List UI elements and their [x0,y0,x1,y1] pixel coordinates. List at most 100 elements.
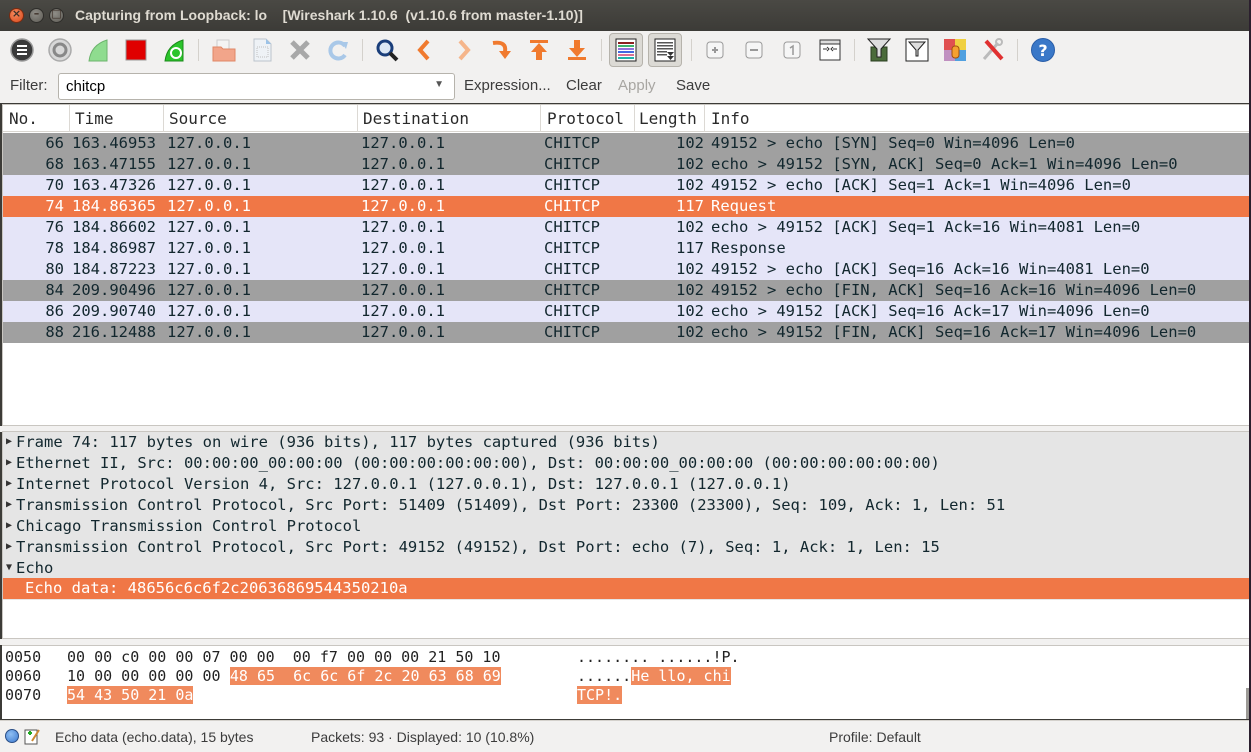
column-info[interactable]: Info [711,109,750,136]
cell-source: 127.0.0.1 [167,218,251,236]
open-file-button[interactable] [210,36,238,64]
auto-scroll-toggle[interactable] [648,33,682,67]
go-first-button[interactable] [525,36,553,64]
cell-source: 127.0.0.1 [167,323,251,341]
go-back-button[interactable] [411,36,439,64]
collapsed-arrow-icon[interactable]: ▶ [6,499,12,510]
profile-indicator[interactable]: Profile: Default [829,729,921,745]
help-button[interactable]: ? [1029,36,1057,64]
column-protocol[interactable]: Protocol [547,109,624,136]
collapsed-arrow-icon[interactable]: ▶ [6,520,12,531]
colorize-toggle[interactable] [609,33,643,67]
minimize-window-button[interactable]: – [29,7,44,23]
column-divider[interactable] [540,105,541,132]
detail-tree-item[interactable]: ▶ Transmission Control Protocol, Src Port… [3,495,1249,516]
cell-destination: 127.0.0.1 [361,239,445,257]
detail-tree-item[interactable]: ▶ Ethernet II, Src: 00:00:00_00:00:00 (00… [3,453,1249,474]
collapsed-arrow-icon[interactable]: ▶ [6,541,12,552]
packet-row[interactable]: 70 163.47326 127.0.0.1 127.0.0.1 CHITCP 102 49… [3,175,1249,196]
detail-tree-item[interactable]: ▶ Internet Protocol Version 4, Src: 127.0… [3,474,1249,495]
column-divider[interactable] [634,105,635,132]
packet-list[interactable]: No. Time Source Destination Protocol Len… [2,104,1250,426]
cell-length: 102 [676,155,704,173]
preferences-icon [982,38,1004,61]
restart-capture-icon [164,39,184,62]
column-divider[interactable] [163,105,164,132]
column-time[interactable]: Time [75,109,114,136]
coloring-rules-button[interactable] [941,36,969,64]
column-divider[interactable] [69,105,70,132]
packet-bytes[interactable]: 0050 00 00 c0 00 00 07 00 00 00 f7 00 00 … [2,645,1250,719]
hex-dump-line[interactable]: 0050 00 00 c0 00 00 07 00 00 00 f7 00 00 … [5,648,1245,667]
go-last-button[interactable] [563,36,591,64]
save-button[interactable]: Save [676,77,710,94]
capture-options-button[interactable] [46,36,74,64]
find-packet-button[interactable] [373,36,401,64]
packet-row[interactable]: 68 163.47155 127.0.0.1 127.0.0.1 CHITCP 102 ec… [3,154,1249,175]
packet-row[interactable]: 84 209.90496 127.0.0.1 127.0.0.1 CHITCP 102 49… [3,280,1249,301]
zoom-in-button[interactable] [701,36,729,64]
expanded-arrow-icon[interactable]: ▼ [6,562,12,573]
column-divider[interactable] [704,105,705,132]
column-length[interactable]: Length [639,109,697,136]
go-forward-button[interactable] [449,36,477,64]
filter-input[interactable]: chitcp ▼ [58,73,455,100]
packet-row[interactable]: 78 184.86987 127.0.0.1 127.0.0.1 CHITCP 117 Re… [3,238,1249,259]
packet-details[interactable]: ▶ Frame 74: 117 bytes on wire (936 bits),… [2,431,1250,639]
packet-row[interactable]: 76 184.86602 127.0.0.1 127.0.0.1 CHITCP 102 ec… [3,217,1249,238]
cell-no: 74 [45,197,64,215]
packet-row[interactable]: 80 184.87223 127.0.0.1 127.0.0.1 CHITCP 102 49… [3,259,1249,280]
normal-size-button[interactable] [778,36,806,64]
expression-button[interactable]: Expression... [464,77,551,94]
capture-filters-button[interactable] [865,36,893,64]
go-to-packet-button[interactable] [487,36,515,64]
interfaces-button[interactable] [8,36,36,64]
column-source[interactable]: Source [169,109,227,136]
resize-columns-button[interactable] [816,36,844,64]
edit-comment-icon[interactable] [24,727,40,745]
packet-row[interactable]: 66 163.46953 127.0.0.1 127.0.0.1 CHITCP 102 49… [3,133,1249,154]
detail-text: Transmission Control Protocol, Src Port:… [16,496,1006,514]
cell-no: 76 [45,218,64,236]
display-filters-button[interactable] [903,36,931,64]
clear-button[interactable]: Clear [566,77,602,94]
cell-protocol: CHITCP [544,155,600,173]
zoom-out-button[interactable] [740,36,768,64]
detail-text: Ethernet II, Src: 00:00:00_00:00:00 (00:… [16,454,940,472]
start-capture-button[interactable] [84,36,112,64]
stop-capture-button[interactable] [122,36,150,64]
detail-tree-item[interactable]: ▶ Chicago Transmission Control Protocol [3,516,1249,537]
cell-info: echo > 49152 [ACK] Seq=16 Ack=17 Win=409… [711,302,1150,320]
zoom-out-icon [745,41,763,59]
expert-info-icon[interactable] [5,729,19,743]
filter-dropdown-icon[interactable]: ▼ [434,79,444,90]
echo-data-field[interactable]: Echo data: 48656c6c6f2c20636869544350210… [3,578,1249,599]
zoom-in-icon [706,41,724,59]
close-file-button[interactable] [286,36,314,64]
hex-dump-line[interactable]: 0070 54 43 50 21 0a TCP!. [5,686,1245,705]
close-window-button[interactable]: × [9,7,24,23]
restart-capture-button[interactable] [160,36,188,64]
detail-tree-item[interactable]: ▼ Echo [3,558,1249,579]
apply-button[interactable]: Apply [618,77,656,94]
filter-value: chitcp [66,78,106,95]
collapsed-arrow-icon[interactable]: ▶ [6,457,12,468]
collapsed-arrow-icon[interactable]: ▶ [6,436,12,447]
detail-tree-item[interactable]: ▶ Frame 74: 117 bytes on wire (936 bits),… [3,432,1249,453]
preferences-button[interactable] [979,36,1007,64]
filter-label: Filter: [10,77,48,94]
detail-tree-item[interactable]: ▶ Transmission Control Protocol, Src Port… [3,537,1249,558]
packet-row[interactable]: 88 216.12488 127.0.0.1 127.0.0.1 CHITCP 102 ec… [3,322,1249,343]
column-divider[interactable] [357,105,358,132]
collapsed-arrow-icon[interactable]: ▶ [6,478,12,489]
maximize-window-button[interactable]: □ [49,7,64,23]
cell-info: echo > 49152 [FIN, ACK] Seq=16 Ack=17 Wi… [711,323,1197,341]
reload-button[interactable] [324,36,352,64]
column-no[interactable]: No. [9,109,38,136]
save-file-button[interactable] [248,36,276,64]
packet-row[interactable]: 86 209.90740 127.0.0.1 127.0.0.1 CHITCP 102 ec… [3,301,1249,322]
packet-row[interactable]: 74 184.86365 127.0.0.1 127.0.0.1 CHITCP 117 Re… [3,196,1249,217]
start-capture-icon [88,39,108,62]
hex-dump-line[interactable]: 0060 10 00 00 00 00 00 48 65 6c 6c 6f 2c … [5,667,1245,686]
column-destination[interactable]: Destination [363,109,469,136]
